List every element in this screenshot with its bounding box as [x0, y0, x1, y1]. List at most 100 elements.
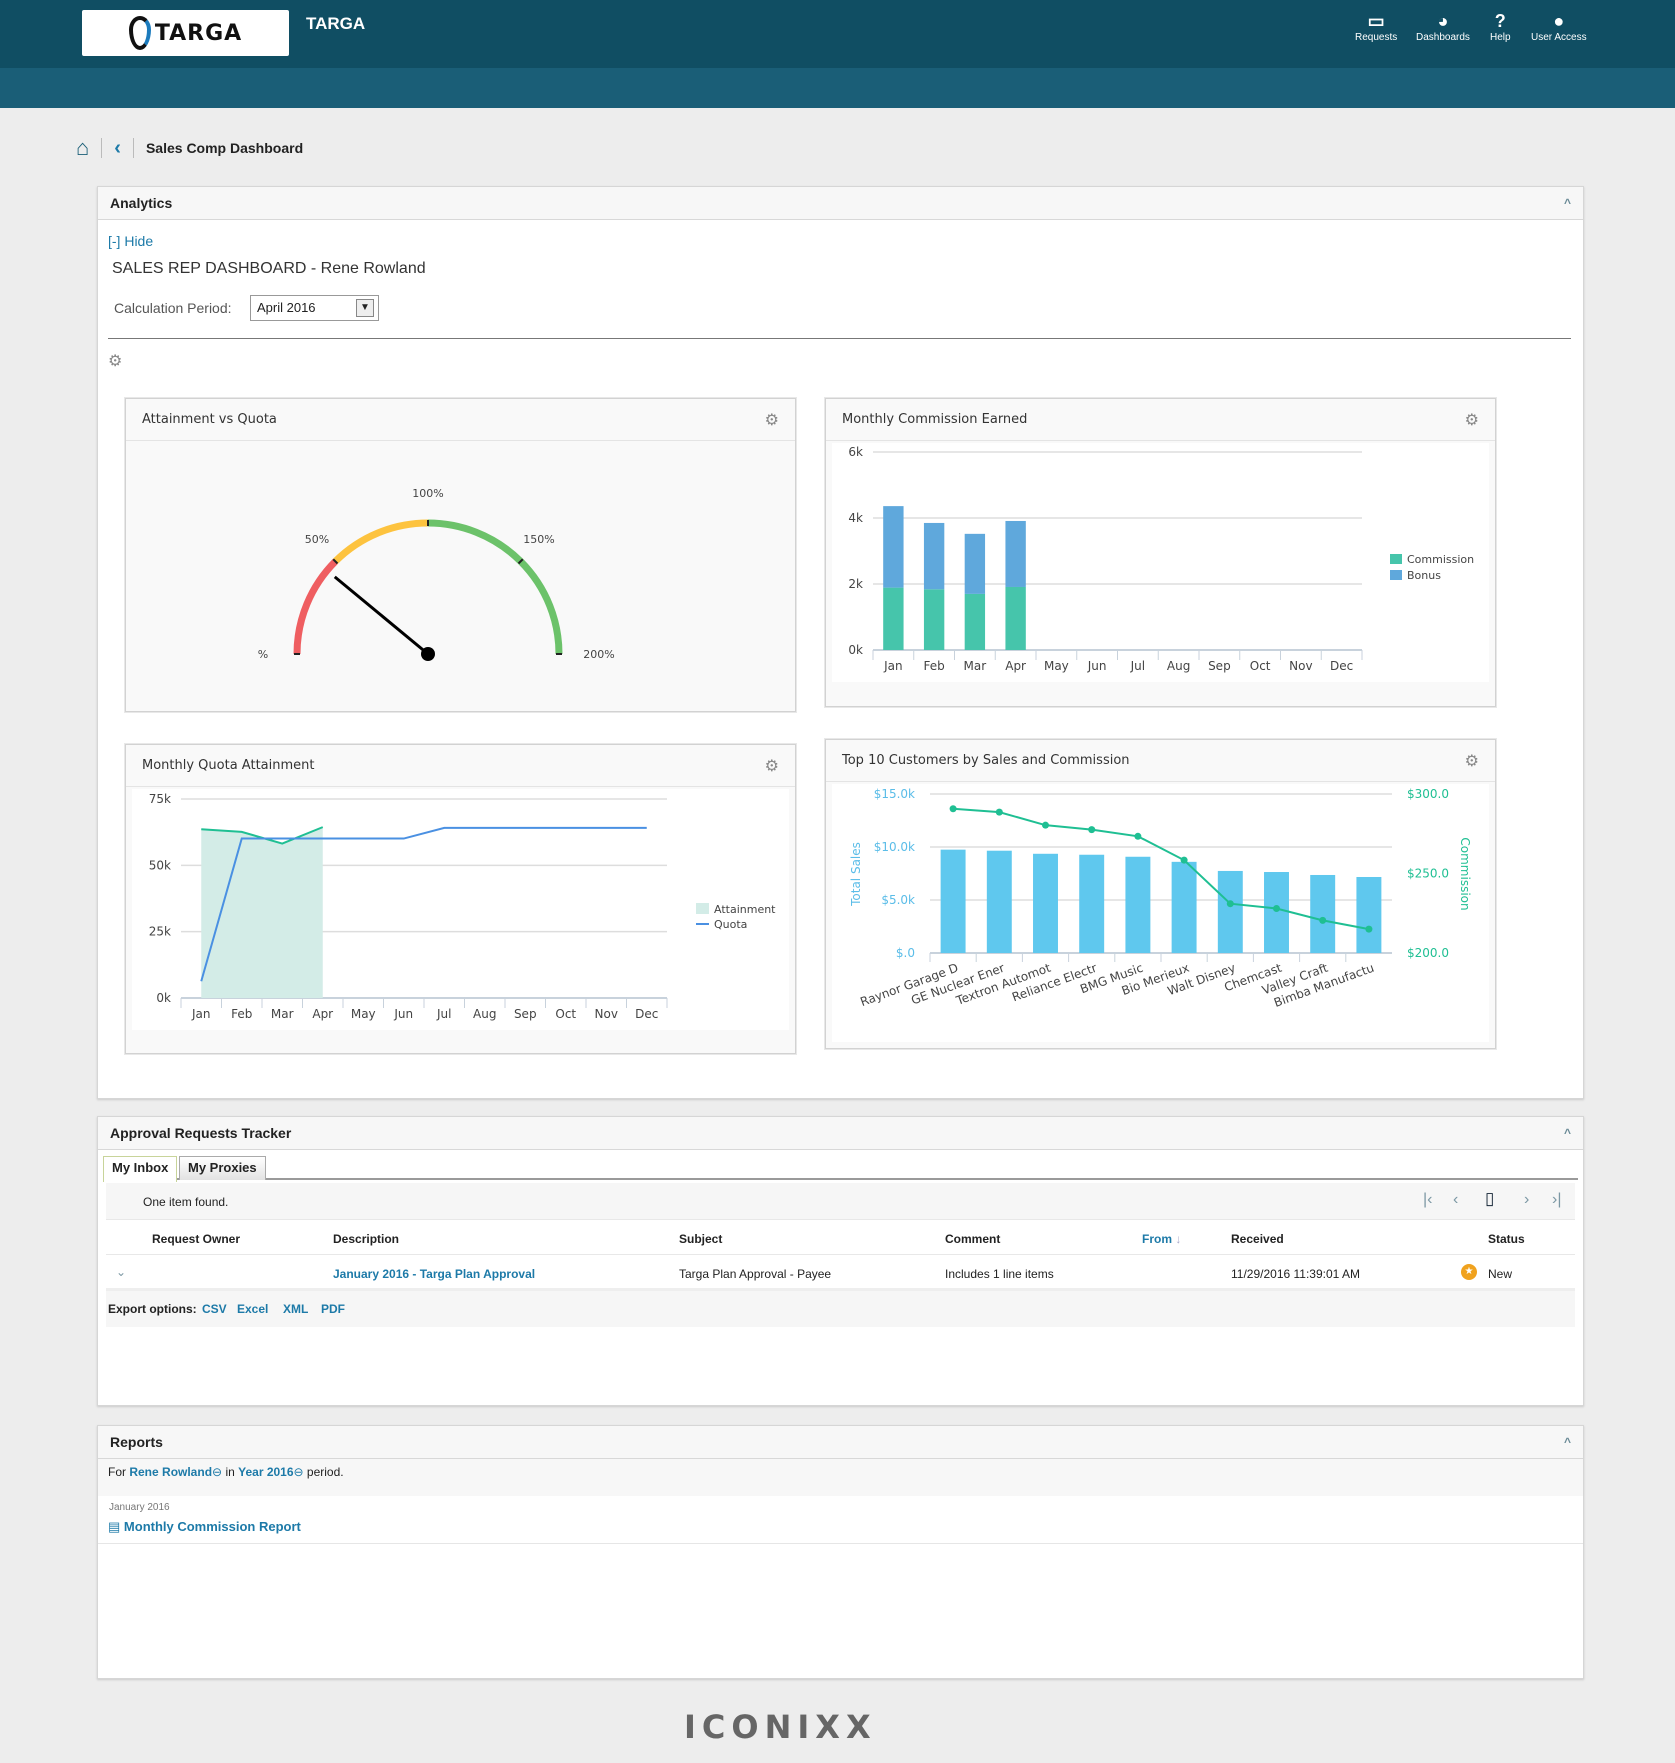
sales-bar	[1264, 872, 1289, 953]
period-select[interactable]: April 2016 ▼	[250, 295, 379, 321]
nav-requests[interactable]: ▭ Requests	[1355, 10, 1397, 43]
commission-point	[1273, 904, 1280, 912]
more-options-icon[interactable]: ⊖	[294, 1465, 304, 1479]
x-tick-label: Jul	[436, 1007, 451, 1021]
inbox-icon: ▭	[1367, 11, 1385, 31]
reports-filter: For Rene Rowland⊖ in Year 2016⊖ period.	[98, 1459, 1583, 1496]
chevron-down-icon[interactable]: ▼	[356, 299, 374, 317]
divider	[132, 138, 134, 158]
export-excel-link[interactable]: Excel	[237, 1302, 268, 1316]
next-page-icon[interactable]: ›	[1524, 1191, 1529, 1209]
nav-help[interactable]: ? Help	[1490, 10, 1511, 43]
page-title: Sales Comp Dashboard	[145, 140, 304, 156]
y-tick-label: 25k	[149, 925, 171, 939]
nav-user-access[interactable]: ● User Access	[1531, 10, 1587, 43]
y-tick-label: 75k	[149, 792, 171, 806]
attainment-area	[201, 827, 323, 998]
nav-label: User Access	[1531, 32, 1587, 43]
x-tick-label: Jul	[1130, 659, 1145, 673]
report-link[interactable]: Monthly Commission Report	[124, 1519, 301, 1534]
last-page-icon[interactable]: ›|	[1552, 1191, 1561, 1209]
x-tick-label: Oct	[1250, 659, 1271, 673]
legend-swatch	[696, 903, 709, 914]
gauge-tick-label: 100%	[412, 487, 443, 500]
collapse-caret-icon[interactable]: ^	[1564, 196, 1571, 210]
tab-my-inbox[interactable]: My Inbox	[103, 1156, 178, 1182]
prev-page-icon[interactable]: ‹	[1453, 1191, 1458, 1209]
export-xml-link[interactable]: XML	[283, 1302, 308, 1316]
export-pdf-link[interactable]: PDF	[321, 1302, 345, 1316]
home-icon[interactable]: ⌂	[76, 135, 89, 161]
targa-logo[interactable]: TARGA	[82, 10, 289, 56]
commission-point	[1180, 856, 1188, 864]
x-tick-label: Aug	[473, 1007, 496, 1021]
sales-bar	[940, 849, 966, 953]
gauge-chart: % 50% 100% 150% 200%	[258, 487, 615, 661]
collapse-caret-icon[interactable]: ^	[1564, 1435, 1571, 1449]
report-item[interactable]: ▤ Monthly Commission Report	[98, 1519, 1583, 1544]
page-view-icon[interactable]: ▯	[1485, 1189, 1494, 1209]
tab-my-proxies[interactable]: My Proxies	[179, 1156, 266, 1180]
commission-chart: 0k 2k 4k 6k Jan Feb Mar Apr May Jun Jul Aug Sep Oct No…	[832, 443, 1489, 682]
cell-received: 11/29/2016 11:39:01 AM	[1231, 1267, 1360, 1281]
x-tick-label: Jan	[191, 1007, 211, 1021]
gauge-band-yellow	[332, 519, 429, 564]
back-chevron-icon[interactable]: ‹	[114, 137, 121, 160]
x-tick-label: May	[1044, 659, 1069, 673]
attainment-gauge-card: Attainment vs Quota ⚙ % 50% 100% 150% 200%	[125, 398, 796, 712]
y-tick-label: 2k	[848, 577, 863, 591]
y-tick-label: $15.0k	[874, 787, 915, 801]
x-tick-label: Oct	[555, 1007, 576, 1021]
targa-logo-mark-icon	[128, 16, 151, 50]
hide-toggle[interactable]: [-] Hide	[108, 233, 153, 249]
gauge-tick-label: %	[258, 648, 268, 661]
cell-description-link[interactable]: January 2016 - Targa Plan Approval	[333, 1267, 535, 1281]
period-value: April 2016	[257, 300, 316, 315]
col-from-label: From	[1142, 1232, 1172, 1246]
sales-bar	[1356, 876, 1382, 953]
x-tick-label: Feb	[231, 1007, 252, 1021]
y-tick-label: 6k	[848, 445, 863, 459]
col-comment[interactable]: Comment	[945, 1232, 1000, 1246]
col-request-owner[interactable]: Request Owner	[152, 1232, 240, 1246]
expand-chevron-icon[interactable]: ⌄	[116, 1265, 126, 1279]
export-csv-link[interactable]: CSV	[202, 1302, 227, 1316]
sub-bar	[0, 68, 1675, 108]
plot-background	[832, 784, 1489, 1042]
bar-commission	[923, 589, 945, 650]
col-subject[interactable]: Subject	[679, 1232, 722, 1246]
col-description[interactable]: Description	[333, 1232, 399, 1246]
table-row[interactable]: ⌄ January 2016 - Targa Plan Approval Tar…	[106, 1255, 1575, 1291]
bar-bonus	[923, 522, 945, 590]
legend-swatch	[1390, 570, 1402, 580]
first-page-icon[interactable]: |‹	[1423, 1191, 1432, 1209]
col-received[interactable]: Received	[1231, 1232, 1284, 1246]
reports-panel: Reports ^ For Rene Rowland⊖ in Year 2016⊖…	[97, 1425, 1584, 1679]
y-tick-label: $5.0k	[881, 893, 915, 907]
dashboard-settings-gear-icon[interactable]: ⚙	[108, 351, 122, 371]
quota-chart: 0k 25k 50k 75k Jan Feb Mar Apr May Jun Jul Aug Sep Oc…	[132, 789, 789, 1030]
x-tick-label: Apr	[312, 1007, 333, 1021]
user-link[interactable]: Rene Rowland	[129, 1465, 212, 1479]
x-tick-label: Jun	[393, 1007, 413, 1021]
sales-bar	[1125, 856, 1151, 953]
legend-label: Quota	[714, 918, 747, 931]
period-link[interactable]: Year 2016	[238, 1465, 293, 1479]
y-tick-label: 0k	[156, 991, 171, 1005]
export-label: Export options:	[108, 1302, 197, 1316]
nav-dashboards[interactable]: ◕ Dashboards	[1416, 10, 1470, 43]
more-options-icon[interactable]: ⊖	[212, 1465, 222, 1479]
y2-axis-title: Commission	[1458, 837, 1472, 910]
cell-subject: Targa Plan Approval - Payee	[679, 1267, 832, 1281]
period-suffix: period.	[306, 1465, 344, 1479]
gauge-tick-label: 150%	[523, 533, 554, 546]
x-tick-label: Mar	[271, 1007, 294, 1021]
col-from[interactable]: From ↓	[1142, 1232, 1181, 1246]
col-status[interactable]: Status	[1488, 1232, 1525, 1246]
nav-label: Dashboards	[1416, 32, 1470, 43]
tab-bar: My Inbox My Proxies	[103, 1156, 1578, 1182]
question-icon: ?	[1494, 11, 1506, 31]
y-tick-label: 4k	[848, 511, 863, 525]
top-customers-card: Top 10 Customers by Sales and Commission…	[825, 739, 1496, 1049]
collapse-caret-icon[interactable]: ^	[1564, 1126, 1571, 1140]
